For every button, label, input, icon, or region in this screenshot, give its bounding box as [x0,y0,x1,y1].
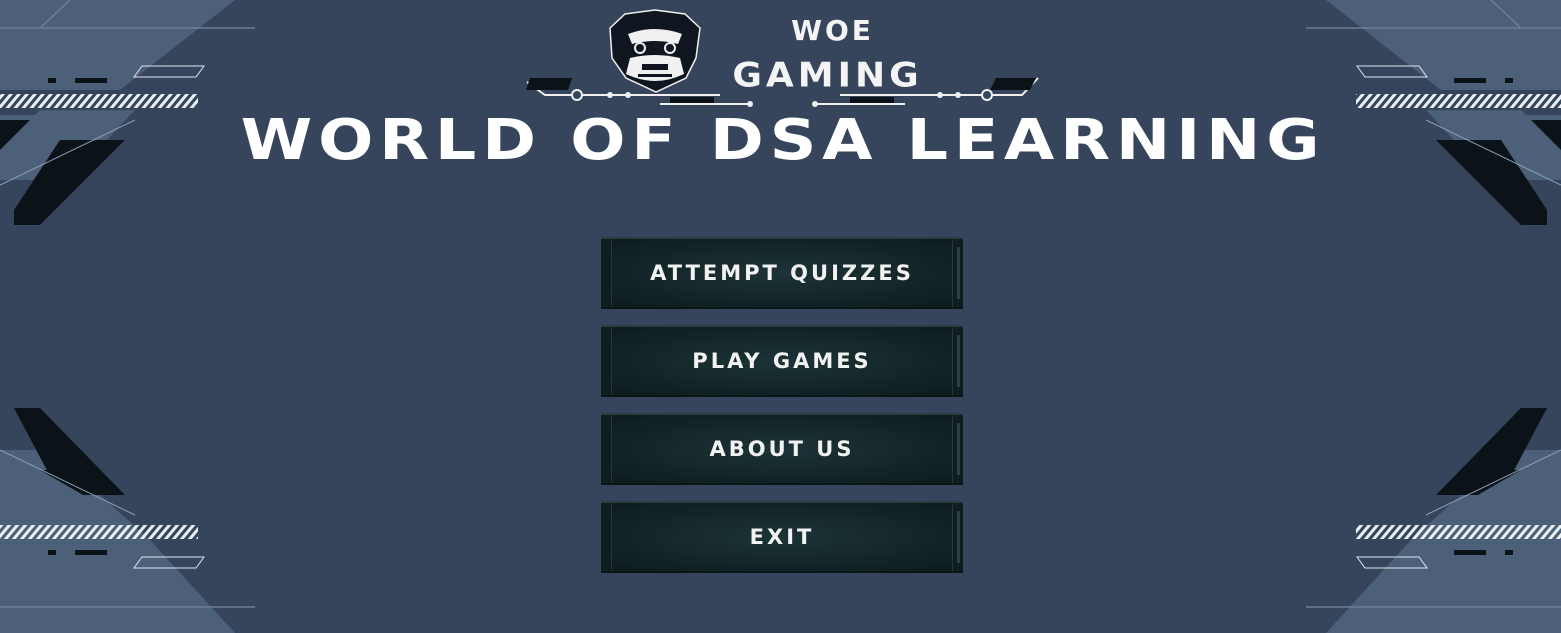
button-edge [952,415,963,483]
button-edge [952,503,963,571]
exit-button[interactable]: EXIT [601,501,963,573]
button-edge [952,327,963,395]
button-edge [601,503,612,571]
gorilla-logo-icon [609,9,701,93]
play-games-button[interactable]: PLAY GAMES [601,325,963,397]
button-edge [601,239,612,307]
left-bottom-panel [0,408,255,633]
game-title: WORLD OF DSA LEARNING [240,108,1326,173]
attempt-quizzes-label: ATTEMPT QUIZZES [650,261,914,285]
attempt-quizzes-button[interactable]: ATTEMPT QUIZZES [601,237,963,309]
about-us-button[interactable]: ABOUT US [601,413,963,485]
button-edge [601,327,612,395]
button-edge [952,239,963,307]
right-bottom-panel [1306,408,1561,633]
brand-gaming-text: GAMING [732,56,923,95]
play-games-label: PLAY GAMES [692,349,872,373]
main-menu: ATTEMPT QUIZZES PLAY GAMES ABOUT US EXIT [601,237,963,589]
brand-woe-text: WOE [791,14,874,47]
button-edge [601,415,612,483]
about-us-label: ABOUT US [709,437,855,461]
exit-label: EXIT [749,525,815,549]
